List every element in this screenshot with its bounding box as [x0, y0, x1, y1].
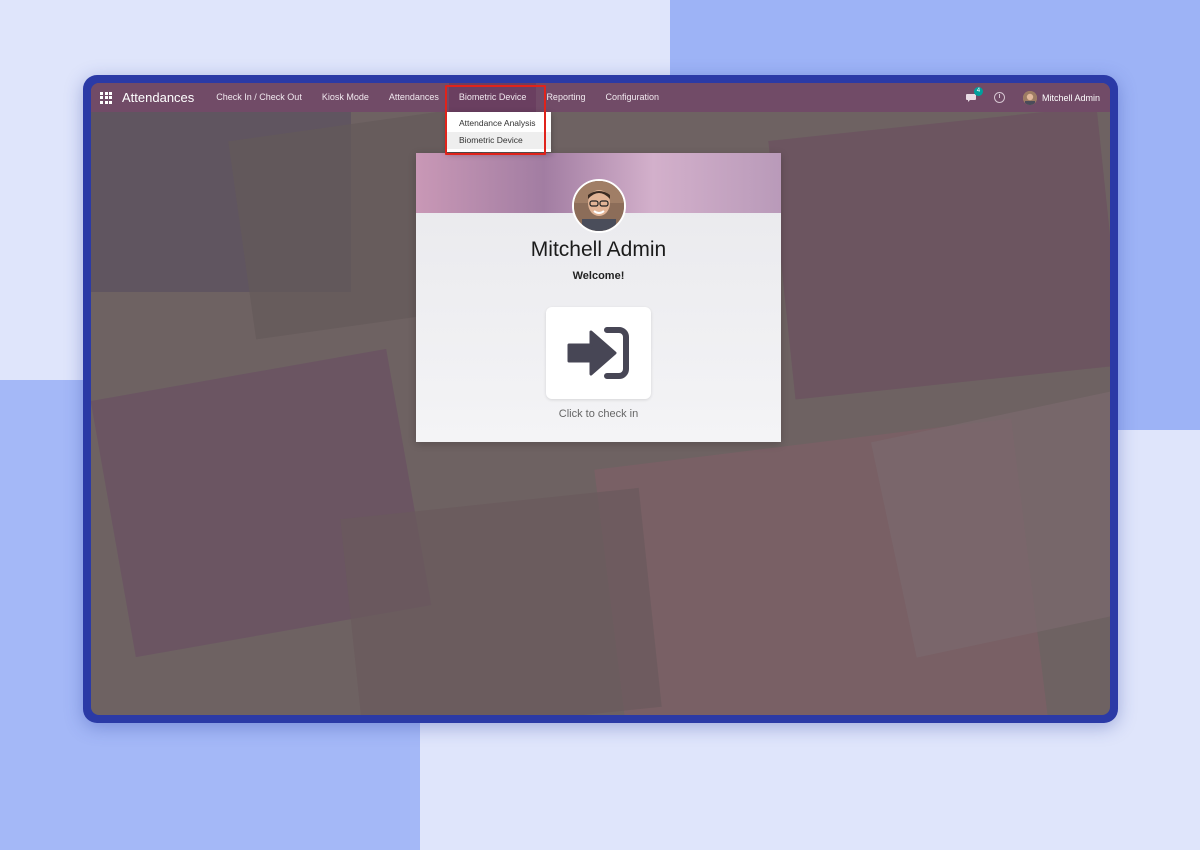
clock-icon[interactable] — [993, 92, 1005, 103]
device-frame: Attendances Check In / Check Out Kiosk M… — [83, 75, 1118, 723]
check-in-button[interactable] — [546, 307, 651, 399]
dropdown-item-biometric-device[interactable]: Biometric Device — [447, 132, 551, 149]
employee-avatar — [572, 179, 626, 233]
user-name[interactable]: Mitchell Admin — [1042, 93, 1100, 103]
navbar-right: 4 Mitchell Admin — [965, 86, 1100, 105]
app-screen: Attendances Check In / Check Out Kiosk M… — [91, 83, 1110, 715]
apps-grid-icon[interactable] — [100, 91, 112, 104]
chat-icon[interactable]: 4 — [965, 86, 983, 104]
nav-item-biometric-device[interactable]: Biometric Device — [448, 83, 537, 112]
check-in-card: Mitchell Admin Welcome! Click to check i… — [416, 153, 781, 442]
top-navbar: Attendances Check In / Check Out Kiosk M… — [91, 83, 1110, 112]
dropdown-item-attendance-analysis[interactable]: Attendance Analysis — [447, 115, 551, 132]
messages-badge: 4 — [973, 86, 983, 96]
bg-tile — [768, 106, 1110, 400]
background-shape-left — [0, 380, 90, 800]
nav-item-configuration[interactable]: Configuration — [595, 83, 669, 112]
sign-in-icon — [567, 327, 629, 379]
welcome-text: Welcome! — [572, 270, 625, 282]
biometric-device-dropdown: Attendance Analysis Biometric Device — [447, 112, 551, 152]
employee-name: Mitchell Admin — [530, 238, 667, 261]
nav-item-attendances[interactable]: Attendances — [379, 83, 449, 112]
nav-item-check-in-out[interactable]: Check In / Check Out — [206, 83, 312, 112]
app-title[interactable]: Attendances — [122, 90, 194, 105]
nav-item-reporting[interactable]: Reporting — [536, 83, 595, 112]
check-in-label: Click to check in — [558, 408, 639, 420]
user-avatar[interactable] — [1022, 90, 1037, 105]
nav-item-kiosk-mode[interactable]: Kiosk Mode — [312, 83, 379, 112]
bg-tile — [340, 487, 662, 715]
